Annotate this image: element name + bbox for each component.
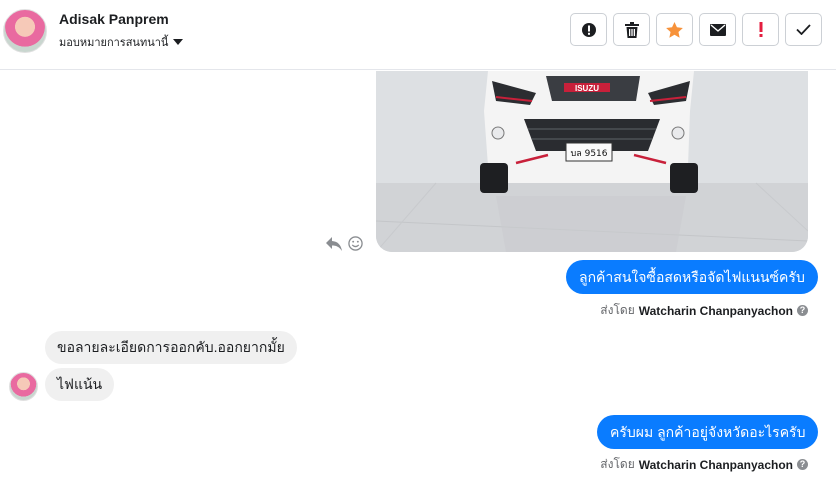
mark-done-button[interactable] <box>785 13 822 46</box>
outgoing-message[interactable]: ครับผม ลูกค้าอยู่จังหวัดอะไรครับ <box>597 415 819 449</box>
assign-conversation-dropdown[interactable]: มอบหมายการสนทนานี้ <box>59 33 184 51</box>
sent-by-line: ส่งโดย Watcharin Chanpanyachon ? <box>600 455 808 474</box>
star-button[interactable] <box>656 13 693 46</box>
mark-unread-button[interactable] <box>699 13 736 46</box>
car-photo: ISUZU บล 9516 <box>376 71 808 252</box>
incoming-message[interactable]: ขอลายละเอียดการออกคับ.ออกยากมั้ย <box>45 331 297 364</box>
conversation-toolbar <box>570 13 822 46</box>
caret-down-icon <box>173 39 184 45</box>
sent-by-prefix: ส่งโดย <box>600 303 635 317</box>
star-icon <box>666 21 683 38</box>
sent-by-prefix: ส่งโดย <box>600 457 635 471</box>
envelope-icon <box>709 23 726 36</box>
emoji-reaction-icon[interactable] <box>348 236 363 251</box>
help-icon[interactable]: ? <box>797 305 808 316</box>
help-icon[interactable]: ? <box>797 459 808 470</box>
incoming-message[interactable]: ไฟแน้น <box>45 368 115 401</box>
outgoing-message[interactable]: ลูกค้าสนใจซื้อสดหรือจัดไฟแนนซ์ครับ <box>566 260 818 294</box>
reply-icon[interactable] <box>326 236 342 251</box>
alert-circle-icon <box>581 22 596 37</box>
image-attachment[interactable]: ISUZU บล 9516 <box>376 71 808 252</box>
trash-icon <box>624 21 639 38</box>
message-actions <box>326 236 363 251</box>
contact-avatar-small[interactable] <box>9 372 38 401</box>
sent-by-line: ส่งโดย Watcharin Chanpanyachon ? <box>600 301 808 320</box>
license-plate: บล 9516 <box>571 149 608 159</box>
contact-name[interactable]: Adisak Panprem <box>59 11 169 27</box>
delete-button[interactable] <box>613 13 650 46</box>
brand-badge: ISUZU <box>575 84 599 93</box>
check-icon <box>796 24 811 35</box>
spam-button[interactable] <box>570 13 607 46</box>
assign-label: มอบหมายการสนทนานี้ <box>59 37 169 49</box>
sender-name: Watcharin Chanpanyachon <box>638 457 793 472</box>
follow-up-button[interactable] <box>742 13 779 46</box>
exclamation-icon <box>759 22 762 37</box>
conversation-header: Adisak Panprem มอบหมายการสนทนานี้ <box>0 0 836 70</box>
sender-name: Watcharin Chanpanyachon <box>638 303 793 318</box>
contact-avatar[interactable] <box>3 9 47 53</box>
